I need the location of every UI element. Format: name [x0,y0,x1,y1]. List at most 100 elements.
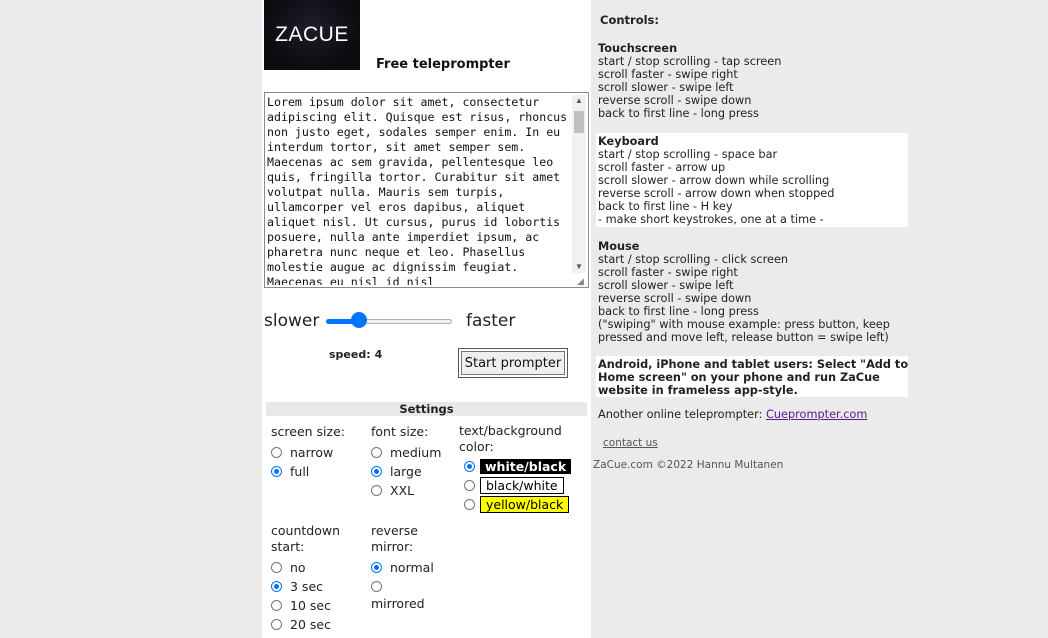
option-label: 20 sec [290,617,331,632]
countdown-option-10[interactable]: 10 sec [271,596,351,615]
option-label: XXL [390,483,415,498]
contact-link[interactable]: contact us [603,437,658,450]
mouse-line: scroll slower - swipe left [598,279,734,292]
option-label: no [290,560,306,575]
mirror-title: reverse mirror: [371,523,418,554]
touch-line: start / stop scrolling - tap screen [598,55,782,68]
scroll-up-arrow-icon[interactable]: ▲ [572,95,586,107]
screen-size-radio-narrow[interactable] [271,447,282,458]
font-size-group: font size: medium large XXL [371,424,441,500]
keyboard-line: scroll slower - arrow down while scrolli… [598,174,830,187]
color-radio-yellow-black[interactable] [464,499,475,510]
mouse-line: back to first line - long press [598,305,759,318]
color-title: text/background color: [459,423,562,454]
mouse-line: ("swiping" with mouse example: press but… [598,318,890,331]
mirror-option-normal[interactable]: normal [371,558,451,577]
mouse-line: start / stop scrolling - click screen [598,253,789,266]
scrollbar-thumb[interactable] [574,111,584,133]
speed-readout: speed: 4 [329,348,382,361]
other-teleprompter-label: Another online teleprompter: [598,408,763,421]
font-size-option-xxl[interactable]: XXL [371,481,441,500]
countdown-radio-3[interactable] [271,581,282,592]
option-label: medium [390,445,442,460]
faster-label: faster [466,311,516,331]
footer-copyright: ZaCue.com ©2022 Hannu Multanen [593,459,784,471]
app-note-line: website in frameless app-style. [598,384,798,397]
keyboard-section: Keyboard start / stop scrolling - space … [598,135,834,226]
page-subtitle: Free teleprompter [376,57,510,72]
option-label: large [390,464,422,479]
keyboard-line: start / stop scrolling - space bar [598,148,778,161]
controls-title: Controls: [600,13,659,27]
touchscreen-section: Touchscreen start / stop scrolling - tap… [598,42,781,120]
touch-line: scroll slower - swipe left [598,81,734,94]
color-option-yellow-black[interactable]: yellow/black [464,495,585,514]
color-radio-white-black[interactable] [464,461,475,472]
mouse-line: scroll faster - swipe right [598,266,738,279]
keyboard-line: - make short keystrokes, one at a time - [598,213,824,226]
mouse-line: pressed and move left, release button = … [598,331,889,344]
mirror-option-mirrored-radio[interactable] [371,577,451,596]
countdown-radio-no[interactable] [271,562,282,573]
start-prompter-label: Start prompter [461,351,565,375]
mirror-radio-mirrored[interactable] [371,581,382,592]
cueprompter-link[interactable]: Cueprompter.com [766,408,867,421]
color-group: text/background color: white/black black… [459,423,585,514]
color-option-white-black[interactable]: white/black [464,457,585,476]
countdown-title: countdown start: [271,523,340,554]
screen-size-option-full[interactable]: full [271,462,345,481]
screen-size-group: screen size: narrow full [271,424,345,481]
zacue-logo[interactable]: ZACUE [264,0,360,70]
speed-value: 4 [374,348,383,361]
countdown-option-no[interactable]: no [271,558,351,577]
screen-size-radio-full[interactable] [271,466,282,477]
script-text: Lorem ipsum dolor sit amet, consectetur … [267,95,568,285]
touch-line: reverse scroll - swipe down [598,94,752,107]
touch-line: back to first line - long press [598,107,759,120]
speed-slider-row: slower faster [264,307,589,335]
font-size-radio-large[interactable] [371,466,382,477]
countdown-group: countdown start: no 3 sec 10 sec 20 sec [271,523,351,634]
countdown-radio-10[interactable] [271,600,282,611]
scroll-down-arrow-icon[interactable]: ▼ [572,261,586,273]
resize-grip-icon[interactable]: ◢ [577,276,587,286]
app-note-line: Android, iPhone and tablet users: Select… [598,358,909,371]
mirror-radio-normal[interactable] [371,562,382,573]
font-size-radio-xxl[interactable] [371,485,382,496]
option-label: narrow [290,445,334,460]
speed-slider-thumb[interactable] [351,312,368,328]
touch-line: scroll faster - swipe right [598,68,738,81]
color-option-black-white[interactable]: black/white [464,476,585,495]
controls-column: Controls: Touchscreen start / stop scrol… [591,0,1048,638]
option-label: 10 sec [290,598,331,613]
countdown-option-3[interactable]: 3 sec [271,577,351,596]
script-textarea[interactable]: Lorem ipsum dolor sit amet, consectetur … [264,92,589,288]
mouse-title: Mouse [598,240,640,253]
color-swatch-white-black: white/black [480,459,572,474]
start-prompter-button[interactable]: Start prompter [458,348,568,378]
option-label: 3 sec [290,579,324,594]
slower-label: slower [264,311,320,331]
textarea-scrollbar[interactable]: ▲ ▼ [572,95,586,273]
screen-size-option-narrow[interactable]: narrow [271,443,345,462]
color-radio-black-white[interactable] [464,480,475,491]
other-teleprompter: Another online teleprompter: Cueprompter… [598,408,867,421]
font-size-radio-medium[interactable] [371,447,382,458]
countdown-radio-20[interactable] [271,619,282,630]
touchscreen-title: Touchscreen [598,42,678,55]
keyboard-line: scroll faster - arrow up [598,161,726,174]
color-swatch-yellow-black: yellow/black [480,496,570,513]
countdown-option-20[interactable]: 20 sec [271,615,351,634]
font-size-option-large[interactable]: large [371,462,441,481]
color-swatch-black-white: black/white [480,477,564,494]
option-label: full [290,464,310,479]
font-size-option-medium[interactable]: medium [371,443,441,462]
mirror-group: reverse mirror: normal mirrored [371,523,451,612]
keyboard-title: Keyboard [598,135,659,148]
speed-label: speed: [329,348,371,361]
mirror-option-mirrored-label: mirrored [371,596,425,611]
app-note: Android, iPhone and tablet users: Select… [598,358,908,397]
main-column: ZACUE Free teleprompter Lorem ipsum dolo… [262,0,591,638]
keyboard-line: back to first line - H key [598,200,733,213]
keyboard-line: reverse scroll - arrow down when stopped [598,187,835,200]
